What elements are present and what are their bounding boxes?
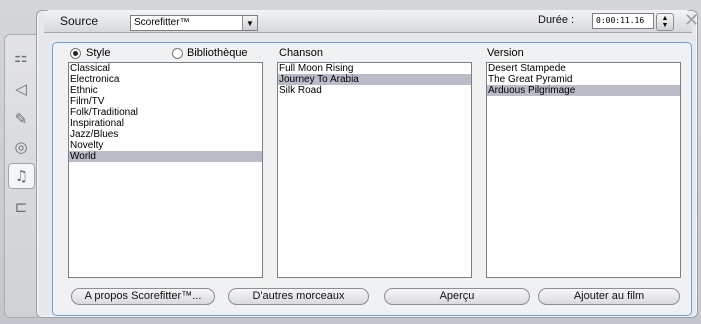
source-label: Source: [60, 14, 99, 28]
duration-stepper[interactable]: ▲ ▼: [656, 13, 674, 31]
style-label: Style: [86, 47, 111, 59]
list-item[interactable]: Inspirational: [69, 118, 262, 129]
list-item[interactable]: Folk/Traditional: [69, 107, 262, 118]
disc-icon[interactable]: ◎: [9, 135, 33, 159]
list-item-selected[interactable]: Arduous Pilgrimage: [487, 85, 680, 96]
song-header: Chanson: [279, 47, 324, 59]
audio-icon[interactable]: ◁: [9, 77, 33, 101]
style-list[interactable]: Classical Electronica Ethnic Film/TV Fol…: [68, 62, 263, 278]
version-header: Version: [487, 47, 524, 59]
library-label: Bibliothèque: [187, 47, 248, 59]
list-item[interactable]: Film/TV: [69, 96, 262, 107]
list-item[interactable]: Desert Stampede: [487, 63, 680, 74]
duration-field[interactable]: 0:00:11.16: [592, 13, 654, 29]
preview-button[interactable]: Aperçu: [384, 288, 530, 305]
list-item[interactable]: Silk Road: [278, 85, 471, 96]
music-icon[interactable]: ♫: [8, 163, 35, 189]
source-value: Scorefitter™: [134, 17, 190, 28]
list-item[interactable]: Ethnic: [69, 85, 262, 96]
duration-label: Durée :: [538, 14, 575, 26]
song-list[interactable]: Full Moon Rising Journey To Arabia Silk …: [277, 62, 472, 278]
chevron-down-icon[interactable]: ▼: [242, 16, 257, 30]
record-icon[interactable]: ⊏: [9, 195, 33, 219]
list-item[interactable]: The Great Pyramid: [487, 74, 680, 85]
list-item[interactable]: Classical: [69, 63, 262, 74]
about-scorefitter-button[interactable]: A propos Scorefitter™...: [71, 288, 215, 305]
sidebar: ⚏ ◁ ✎ ◎ ♫ ⊏: [4, 34, 37, 318]
list-item[interactable]: Full Moon Rising: [278, 63, 471, 74]
list-item[interactable]: Electronica: [69, 74, 262, 85]
list-item-selected[interactable]: World: [69, 151, 262, 162]
source-dropdown[interactable]: Scorefitter™ ▼: [130, 15, 258, 31]
close-icon[interactable]: ✕: [684, 10, 700, 31]
library-radio[interactable]: [172, 48, 183, 59]
list-item[interactable]: Jazz/Blues: [69, 129, 262, 140]
list-item[interactable]: Novelty: [69, 140, 262, 151]
list-item-selected[interactable]: Journey To Arabia: [278, 74, 471, 85]
timeline-icon[interactable]: ⚏: [9, 45, 33, 69]
more-songs-button[interactable]: D'autres morceaux: [228, 288, 369, 305]
voice-icon[interactable]: ✎: [9, 107, 33, 131]
style-radio[interactable]: [70, 48, 81, 59]
add-to-movie-button[interactable]: Ajouter au film: [538, 288, 680, 305]
version-list[interactable]: Desert Stampede The Great Pyramid Arduou…: [486, 62, 681, 278]
